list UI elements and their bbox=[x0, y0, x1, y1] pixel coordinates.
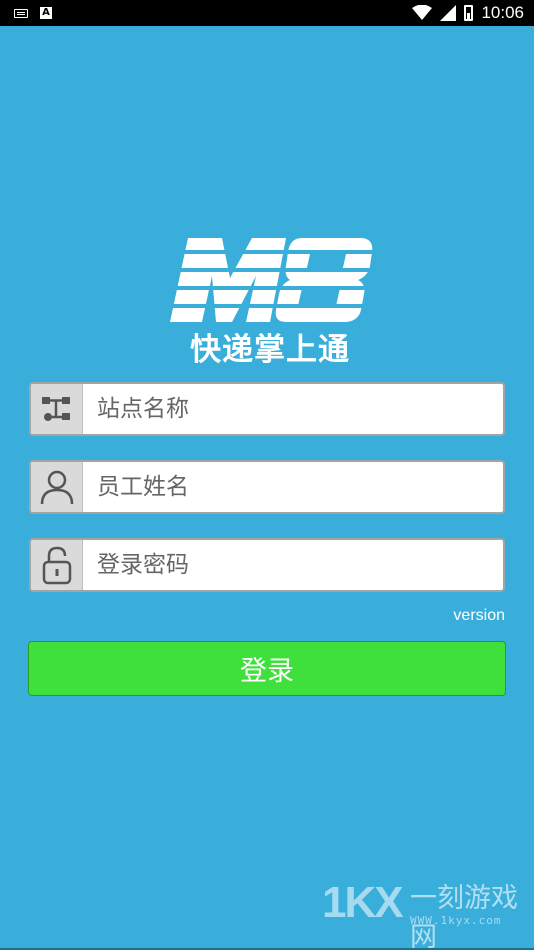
watermark-url: WWW.1kyx.com bbox=[410, 914, 502, 927]
a-notification-icon: A bbox=[40, 7, 52, 19]
watermark: 1KX 一刻游戏网 WWW.1kyx.com bbox=[322, 872, 534, 950]
signal-icon bbox=[440, 5, 457, 21]
wifi-icon bbox=[412, 5, 433, 20]
station-field[interactable] bbox=[29, 382, 505, 436]
station-input[interactable] bbox=[83, 384, 503, 434]
user-icon bbox=[31, 462, 83, 512]
version-label: version bbox=[453, 607, 505, 624]
password-field[interactable] bbox=[29, 538, 505, 592]
password-input[interactable] bbox=[83, 540, 503, 590]
watermark-name: 一刻游戏网 bbox=[410, 883, 518, 950]
employee-input[interactable] bbox=[83, 462, 503, 512]
employee-field[interactable] bbox=[29, 460, 505, 514]
app-name: 快递掌上通 bbox=[190, 332, 350, 368]
lock-icon bbox=[31, 540, 83, 590]
keyboard-icon bbox=[14, 8, 28, 18]
status-time: 10:06 bbox=[481, 3, 524, 22]
network-icon bbox=[31, 384, 83, 434]
status-bar: A 10:06 bbox=[0, 0, 534, 26]
battery-icon bbox=[464, 5, 474, 21]
login-button[interactable]: 登录 bbox=[28, 641, 506, 696]
m8-logo-mark bbox=[170, 238, 373, 322]
watermark-logo: 1KX bbox=[322, 878, 404, 927]
app-logo: 快递掌上通 bbox=[160, 236, 380, 376]
